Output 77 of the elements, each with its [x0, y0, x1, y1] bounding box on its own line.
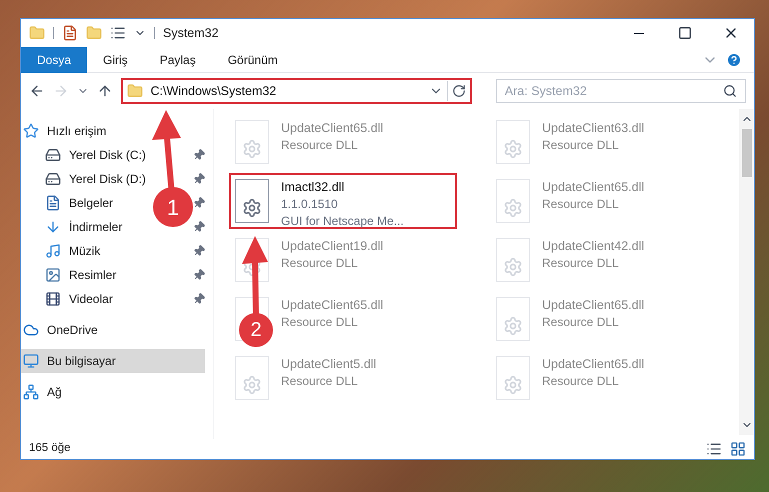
- sidebar-item[interactable]: Müzik: [21, 239, 108, 263]
- sidebar-label: Hızlı erişim: [47, 123, 106, 140]
- sidebar-label: Yerel Disk (D:): [69, 171, 146, 188]
- drive-icon: [45, 147, 61, 163]
- file-gear-icon: [496, 179, 530, 223]
- file-gear-icon: [496, 297, 530, 341]
- file-name[interactable]: Imactl32.dll: [281, 179, 404, 196]
- scrollbar-thumb[interactable]: [742, 129, 752, 177]
- file-detail: Resource DLL: [542, 314, 620, 331]
- sidebar-item[interactable]: Ağ: [21, 380, 205, 404]
- refresh-icon[interactable]: [452, 84, 466, 98]
- file-detail: Resource DLL: [542, 373, 620, 390]
- file-detail: GUI for Netscape Me...: [281, 213, 404, 230]
- picture-icon: [45, 267, 61, 283]
- item-count: 165 öğe: [29, 441, 71, 456]
- file-gear-icon: [235, 356, 269, 400]
- minimize-icon: [634, 32, 644, 34]
- sidebar-item[interactable]: Belgeler: [21, 191, 122, 215]
- view-options-icon[interactable]: [110, 25, 126, 41]
- large-icons-view-icon[interactable]: [730, 441, 746, 457]
- ribbon-tab[interactable]: Paylaş: [144, 46, 212, 72]
- document-icon: [45, 195, 61, 211]
- ribbon-tab[interactable]: Görünüm: [212, 46, 294, 72]
- file-gear-icon: [235, 120, 269, 164]
- monitor-icon: [23, 353, 39, 369]
- sidebar-label: Belgeler: [69, 195, 114, 212]
- sidebar-label: Videolar: [69, 291, 113, 308]
- network-icon: [23, 384, 39, 400]
- cloud-icon: [23, 322, 39, 338]
- sidebar-item[interactable]: OneDrive: [21, 318, 205, 342]
- folder-icon: [29, 25, 45, 41]
- file-gear-icon: [496, 238, 530, 282]
- sidebar-label: İndirmeler: [69, 219, 122, 236]
- search-field[interactable]: Ara: System32: [496, 79, 746, 103]
- address-path: C:\Windows\System32: [150, 82, 278, 100]
- window-title: System32: [163, 24, 219, 42]
- folder-icon: [126, 83, 143, 99]
- sidebar-item[interactable]: Yerel Disk (C:): [21, 143, 154, 167]
- file-detail: Resource DLL: [542, 137, 620, 154]
- sidebar-label: Müzik: [69, 243, 100, 260]
- help-icon[interactable]: [726, 52, 742, 68]
- details-view-icon[interactable]: [706, 441, 722, 457]
- sidebar-label: Resimler: [69, 267, 116, 284]
- sidebar-label: OneDrive: [47, 322, 98, 339]
- sidebar-item[interactable]: İndirmeler: [21, 215, 130, 239]
- sidebar-item[interactable]: Resimler: [21, 263, 124, 287]
- drive-icon: [45, 171, 61, 187]
- search-input[interactable]: Ara: System32: [504, 82, 723, 100]
- file-detail: Resource DLL: [281, 137, 359, 154]
- file-detail: Resource DLL: [542, 196, 620, 213]
- file-detail: Resource DLL: [281, 373, 359, 390]
- film-icon: [45, 291, 61, 307]
- music-note-icon: [45, 243, 61, 259]
- file-detail: Resource DLL: [542, 255, 620, 272]
- back-icon[interactable]: [29, 83, 45, 99]
- up-icon[interactable]: [96, 83, 113, 99]
- file-detail: Resource DLL: [281, 255, 359, 272]
- file-gear-icon: [496, 356, 530, 400]
- sidebar-item[interactable]: Bu bilgisayar: [21, 349, 205, 373]
- maximize-icon: [678, 26, 692, 40]
- ribbon-tab[interactable]: Giriş: [87, 46, 144, 72]
- sidebar-label: Ağ: [47, 384, 62, 401]
- file-gear-icon: [235, 179, 269, 223]
- sidebar-label: Yerel Disk (C:): [69, 147, 146, 164]
- vertical-scrollbar[interactable]: [739, 109, 754, 435]
- sidebar-label: Bu bilgisayar: [47, 353, 116, 370]
- properties-icon[interactable]: [62, 25, 78, 41]
- search-icon[interactable]: [722, 84, 737, 98]
- sidebar-item[interactable]: Yerel Disk (D:): [21, 167, 154, 191]
- file-gear-icon: [496, 120, 530, 164]
- ribbon-tab[interactable]: Dosya: [21, 46, 88, 72]
- file-detail: 1.1.0.1510: [281, 196, 339, 213]
- file-detail: Resource DLL: [281, 314, 359, 331]
- sidebar-item[interactable]: Hızlı erişim: [21, 119, 205, 143]
- star-icon: [23, 123, 39, 139]
- sidebar-item[interactable]: Videolar: [21, 287, 121, 311]
- address-field[interactable]: C:\Windows\System32: [120, 78, 472, 104]
